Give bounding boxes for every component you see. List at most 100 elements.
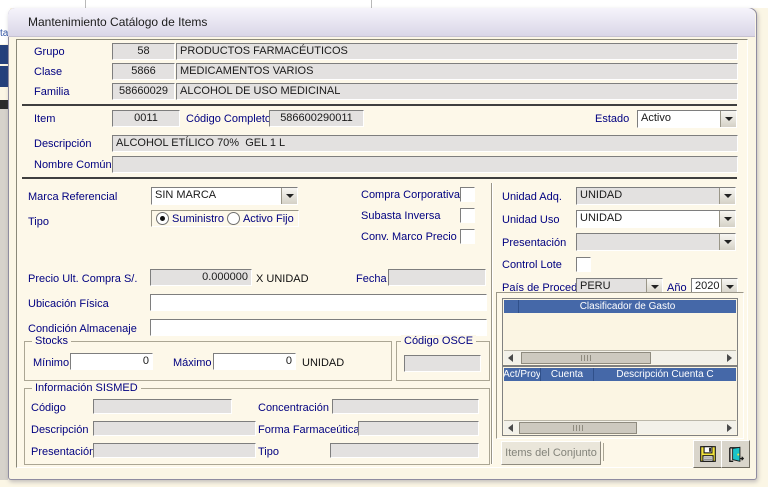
scroll-right-icon[interactable] (727, 424, 732, 432)
background-row (0, 100, 8, 109)
presentacion-value (577, 234, 719, 250)
clasificador-gasto-header: Clasificador de Gasto (504, 300, 736, 313)
grupo-code-field: 58 (112, 43, 175, 60)
subasta-inversa-checkbox[interactable] (460, 208, 475, 223)
items-del-conjunto-label: Items del Conjunto (505, 447, 597, 459)
scrollbar-grip (581, 355, 591, 361)
estado-combobox[interactable]: Activo (637, 110, 737, 128)
estado-label: Estado (595, 113, 629, 125)
sismed-title: Información SISMED (32, 382, 141, 394)
clase-code-field: 5866 (112, 63, 175, 80)
compra-corporativa-checkbox[interactable] (460, 187, 475, 202)
exit-button[interactable] (721, 440, 750, 468)
sismed-concentracion-field (332, 399, 479, 414)
control-lote-label: Control Lote (502, 259, 562, 271)
minimo-label: Mínimo (33, 357, 69, 369)
scroll-left-icon[interactable] (508, 424, 513, 432)
sismed-concentracion-label: Concentración (258, 402, 329, 414)
scrollbar-grip (573, 425, 583, 431)
tipo-label: Tipo (28, 216, 49, 228)
unidad-adq-value: UNIDAD (577, 188, 719, 204)
cuentas-grid: Act/Proy Cuenta Descripción Cuenta C (502, 366, 738, 436)
title-bar[interactable]: Mantenimiento Catálogo de Items (8, 8, 755, 37)
background-window-top (0, 0, 768, 8)
chevron-down-icon (724, 217, 732, 221)
scroll-left-icon[interactable] (508, 354, 513, 362)
tipo-radio-group: Suministro Activo Fijo (151, 210, 299, 227)
items-del-conjunto-button[interactable]: Items del Conjunto (501, 441, 601, 465)
item-number-field: 0011 (112, 110, 180, 127)
clasificador-gasto-title: Clasificador de Gasto (519, 300, 736, 313)
codigo-completo-field: 586600290011 (269, 110, 364, 127)
minimo-input[interactable]: 0 (70, 353, 153, 370)
descripcion-label: Descripción (34, 138, 91, 150)
scroll-right-icon[interactable] (727, 354, 732, 362)
radio-suministro[interactable] (156, 212, 169, 225)
estado-value: Activo (638, 111, 720, 127)
descripcion-field: ALCOHOL ETÍLICO 70% GEL 1 L (112, 135, 738, 152)
presentacion-dropdown-button[interactable] (719, 234, 735, 250)
background-window-edge (0, 109, 8, 480)
clasificador-horizontal-scrollbar[interactable] (504, 350, 736, 364)
radio-activo-fijo-label: Activo Fijo (243, 213, 294, 225)
conv-marco-precio-label: Conv. Marco Precio (361, 231, 457, 243)
unidad-adq-combobox[interactable]: UNIDAD (576, 187, 736, 205)
scrollbar-thumb[interactable] (519, 422, 637, 434)
condicion-almacenaje-label: Condición Almacenaje (28, 323, 137, 335)
ubicacion-fisica-label: Ubicación Física (28, 298, 109, 310)
unidad-uso-label: Unidad Uso (502, 214, 559, 226)
nombre-comun-field (112, 156, 738, 173)
chevron-down-icon (286, 194, 294, 198)
cuentas-grid-header: Act/Proy Cuenta Descripción Cuenta C (504, 368, 736, 381)
grid-corner-cell (504, 300, 519, 313)
sismed-descripcion-field (93, 421, 256, 436)
radio-activo-fijo[interactable] (227, 212, 240, 225)
clase-label: Clase (34, 66, 62, 78)
background-divider (85, 0, 86, 8)
screen: ta Mantenimiento Catálogo de Items Grupo… (0, 0, 768, 487)
marca-dropdown-button[interactable] (281, 188, 297, 204)
sismed-presentacion-label: Presentación (31, 446, 95, 458)
ubicacion-fisica-input[interactable] (150, 294, 487, 311)
condicion-almacenaje-input[interactable] (150, 319, 487, 336)
subasta-inversa-label: Subasta Inversa (361, 210, 441, 222)
background-divider (371, 0, 372, 8)
maximo-input[interactable]: 0 (213, 353, 296, 370)
unidad-uso-dropdown-button[interactable] (719, 211, 735, 227)
precio-ult-compra-label: Precio Ult. Compra S/. (28, 273, 137, 285)
stocks-title: Stocks (32, 335, 71, 347)
column-cuenta: Cuenta (541, 368, 594, 381)
scrollbar-thumb[interactable] (521, 352, 651, 364)
presentacion-combobox[interactable] (576, 233, 736, 251)
compra-corporativa-label: Compra Corporativa (361, 189, 460, 201)
familia-label: Familia (34, 86, 69, 98)
codigo-completo-label: Código Completo (186, 113, 271, 125)
familia-name-field: ALCOHOL DE USO MEDICINAL (176, 83, 738, 100)
unidad-adq-label: Unidad Adq. (502, 191, 562, 203)
save-floppy-icon (699, 445, 717, 463)
unidad-adq-dropdown-button[interactable] (719, 188, 735, 204)
estado-dropdown-button[interactable] (720, 111, 736, 127)
cuentas-horizontal-scrollbar[interactable] (504, 420, 736, 434)
sismed-tipo-field (330, 443, 479, 458)
marca-referencial-combobox[interactable]: SIN MARCA (151, 187, 298, 205)
clasificador-gasto-grid: Clasificador de Gasto (502, 298, 738, 366)
separator (22, 104, 737, 106)
fecha-field (388, 269, 486, 286)
chevron-down-icon (725, 117, 733, 121)
clase-name-field: MEDICAMENTOS VARIOS (176, 63, 738, 80)
save-button[interactable] (693, 440, 722, 468)
control-lote-checkbox[interactable] (576, 257, 591, 272)
marca-value: SIN MARCA (152, 188, 281, 204)
sismed-forma-field (358, 421, 479, 436)
marca-referencial-label: Marca Referencial (28, 191, 117, 203)
fecha-label: Fecha (356, 273, 387, 285)
conv-marco-precio-checkbox[interactable] (460, 229, 475, 244)
codigo-osce-field (404, 355, 481, 372)
nombre-comun-label: Nombre Común (34, 159, 112, 171)
exit-door-icon (727, 445, 745, 463)
sismed-codigo-field (93, 399, 232, 414)
item-label: Item (34, 113, 55, 125)
window-title: Mantenimiento Catálogo de Items (28, 15, 207, 29)
unidad-uso-combobox[interactable]: UNIDAD (576, 210, 736, 228)
